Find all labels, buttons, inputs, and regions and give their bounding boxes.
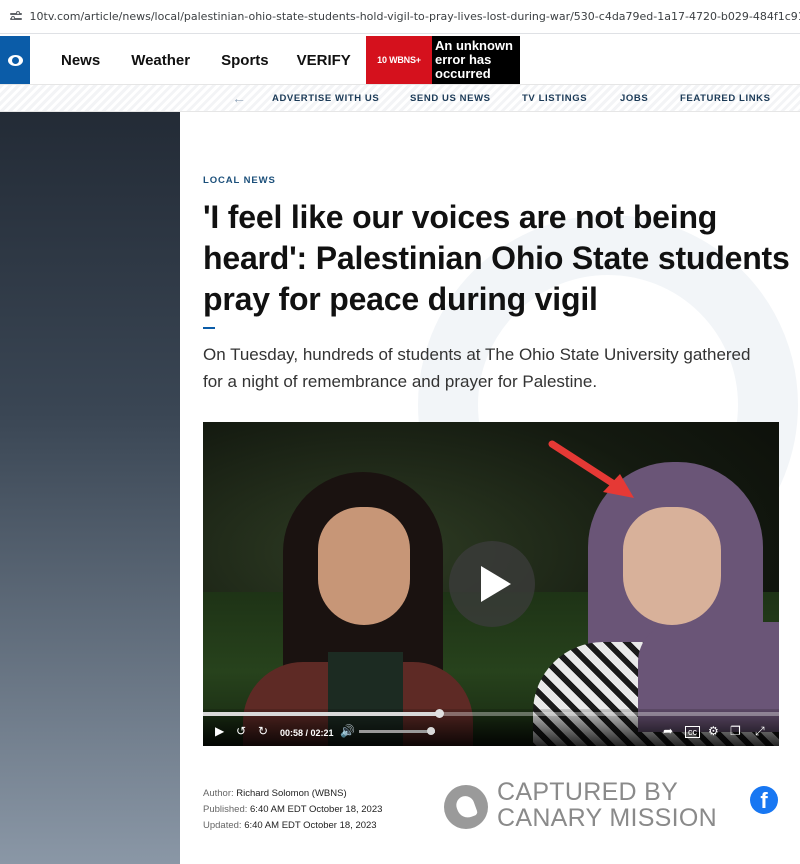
arrow-left-icon[interactable]: ←	[232, 90, 246, 106]
subnav-jobs[interactable]: JOBS	[620, 93, 648, 104]
site-settings-icon[interactable]	[10, 10, 22, 23]
video-person-right	[533, 462, 779, 746]
video-progress-fill	[203, 712, 440, 716]
video-time: 00:58 / 02:21	[280, 728, 334, 738]
canary-bird-icon	[444, 785, 488, 829]
wbns-plus-promo[interactable]: 10 WBNS+ An unknown error has occurred	[366, 36, 520, 84]
secondary-nav: ← ADVERTISE WITH US SEND US NEWS TV LIST…	[0, 84, 800, 112]
article-headline: 'I feel like our voices are not being he…	[203, 199, 790, 317]
video-person-left	[243, 452, 473, 746]
byline-author: Author: Richard Solomon (WBNS)	[203, 786, 382, 802]
wbns-plus-logo: 10 WBNS+	[366, 36, 432, 84]
canary-mission-stamp: CAPTURED BY CANARY MISSION	[444, 779, 724, 835]
nav-verify[interactable]: VERIFY	[297, 52, 351, 69]
section-kicker[interactable]: LOCAL NEWS	[203, 175, 276, 186]
updated-label: Updated:	[203, 820, 242, 831]
stamp-line-1: CAPTURED BY	[497, 778, 679, 806]
play-icon	[481, 566, 511, 602]
eye-icon	[7, 54, 23, 66]
main-nav: News Weather Sports VERIFY	[30, 52, 351, 69]
video-progress-bar[interactable]	[203, 709, 779, 718]
play-overlay-button[interactable]	[449, 541, 535, 627]
settings-gear-icon[interactable]: ⚙	[708, 724, 719, 738]
site-header: News Weather Sports VERIFY 10 WBNS+ An u…	[0, 36, 800, 84]
subnav-advertise[interactable]: ADVERTISE WITH US	[272, 93, 379, 104]
nav-news[interactable]: News	[61, 52, 100, 69]
forward-icon[interactable]: ↻	[258, 724, 268, 738]
article-dek: On Tuesday, hundreds of students at The …	[203, 345, 751, 391]
volume-icon[interactable]: 🔊	[340, 724, 355, 738]
nav-sports[interactable]: Sports	[221, 52, 269, 69]
nav-weather[interactable]: Weather	[131, 52, 190, 69]
byline-updated: Updated: 6:40 AM EDT October 18, 2023	[203, 818, 382, 834]
share-icon[interactable]: ➦	[663, 724, 673, 738]
fullscreen-icon[interactable]: ⤢	[755, 724, 765, 738]
subnav-send-news[interactable]: SEND US NEWS	[410, 93, 491, 104]
annotation-arrow-icon	[548, 440, 634, 498]
wbns-plus-label: 10 WBNS+	[377, 55, 421, 65]
author-label: Author:	[203, 788, 234, 799]
url-text[interactable]: 10tv.com/article/news/local/palestinian-…	[30, 10, 800, 23]
article-byline: Author: Richard Solomon (WBNS) Published…	[203, 786, 382, 834]
captions-icon[interactable]: cc	[685, 726, 700, 738]
byline-published: Published: 6:40 AM EDT October 18, 2023	[203, 802, 382, 818]
play-button-icon[interactable]: ▶	[215, 724, 224, 738]
published-date: 6:40 AM EDT October 18, 2023	[250, 804, 383, 815]
rewind-icon[interactable]: ↺	[236, 724, 246, 738]
promo-error-message: An unknown error has occurred	[432, 36, 520, 84]
author-name[interactable]: Richard Solomon (WBNS)	[236, 788, 346, 799]
updated-date: 6:40 AM EDT October 18, 2023	[244, 820, 377, 831]
browser-url-bar[interactable]: 10tv.com/article/news/local/palestinian-…	[0, 0, 800, 34]
stamp-text: CAPTURED BY CANARY MISSION	[497, 779, 717, 831]
headline-divider	[203, 327, 215, 329]
volume-slider[interactable]	[359, 730, 435, 733]
stamp-line-2: CANARY MISSION	[497, 804, 717, 832]
site-logo[interactable]	[0, 36, 30, 84]
subnav-featured-links[interactable]: FEATURED LINKS	[680, 93, 771, 104]
published-label: Published:	[203, 804, 248, 815]
subnav-tv-listings[interactable]: TV LISTINGS	[522, 93, 587, 104]
facebook-icon[interactable]: f	[750, 786, 778, 814]
video-player[interactable]: ▶ ↺ ↻ 00:58 / 02:21 🔊 ➦ cc ⚙ ❐ ⤢	[203, 422, 779, 746]
picture-in-picture-icon[interactable]: ❐	[730, 724, 741, 738]
